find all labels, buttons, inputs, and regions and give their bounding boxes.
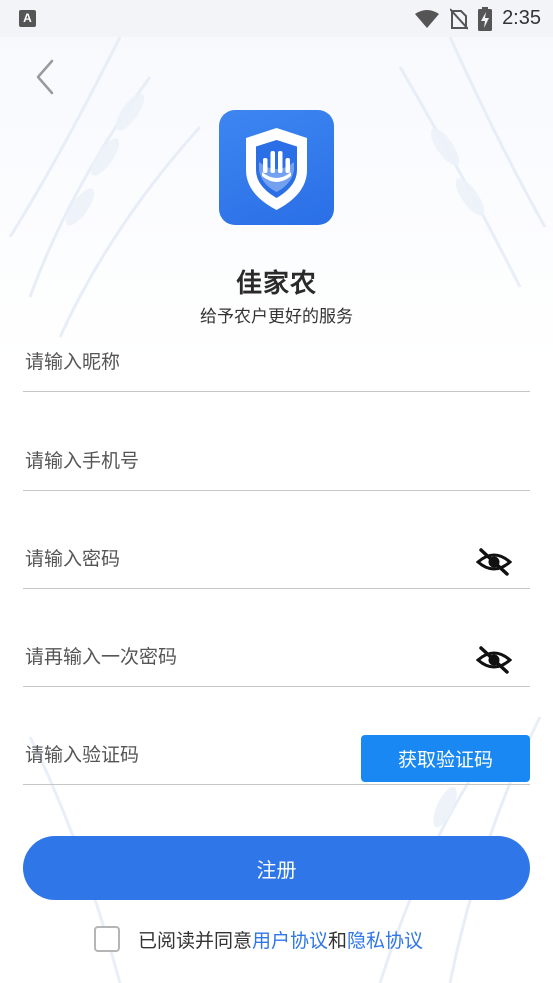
wifi-icon xyxy=(415,9,440,28)
agreement-row: 已阅读并同意用户协议和隐私协议 xyxy=(94,925,423,953)
verification-code-field: 获取验证码 xyxy=(23,725,530,785)
verification-code-input[interactable] xyxy=(23,725,343,784)
status-time: 2:35 xyxy=(502,7,541,29)
password-input[interactable] xyxy=(23,529,443,588)
status-icons: 2:35 xyxy=(414,0,541,37)
phone-field xyxy=(23,431,530,491)
agreement-text: 已阅读并同意用户协议和隐私协议 xyxy=(138,926,423,953)
back-arrow-icon xyxy=(36,59,54,95)
shield-logo-icon xyxy=(246,128,307,210)
nickname-input[interactable] xyxy=(23,332,443,391)
password-confirm-input[interactable] xyxy=(23,627,443,686)
user-agreement-link[interactable]: 用户协议 xyxy=(252,930,328,952)
toggle-password-confirm-visibility-button[interactable] xyxy=(475,645,513,675)
register-button[interactable]: 注册 xyxy=(23,836,530,900)
app-slogan: 给予农户更好的服务 xyxy=(200,307,353,327)
agreement-and: 和 xyxy=(328,929,348,952)
password-confirm-field xyxy=(23,627,530,687)
back-button[interactable] xyxy=(28,57,64,97)
eye-off-icon xyxy=(475,548,513,576)
status-bar: A 2:35 xyxy=(0,0,553,37)
privacy-agreement-link[interactable]: 隐私协议 xyxy=(347,930,423,952)
agreement-checkbox[interactable] xyxy=(94,926,120,952)
nickname-field xyxy=(23,332,530,392)
toggle-password-visibility-button[interactable] xyxy=(475,547,513,577)
battery-charging-icon xyxy=(478,6,493,31)
agreement-prefix: 已阅读并同意 xyxy=(138,929,253,952)
app-logo xyxy=(219,110,334,225)
password-field xyxy=(23,529,530,589)
eye-off-icon xyxy=(475,646,513,674)
phone-input[interactable] xyxy=(23,431,443,490)
get-verification-code-button[interactable]: 获取验证码 xyxy=(361,735,530,782)
no-sim-icon xyxy=(450,7,469,30)
app-notification-icon: A xyxy=(19,10,36,27)
register-page: 佳家农 给予农户更好的服务 获取验证码 注册 xyxy=(0,37,553,983)
app-name: 佳家农 xyxy=(235,269,317,299)
